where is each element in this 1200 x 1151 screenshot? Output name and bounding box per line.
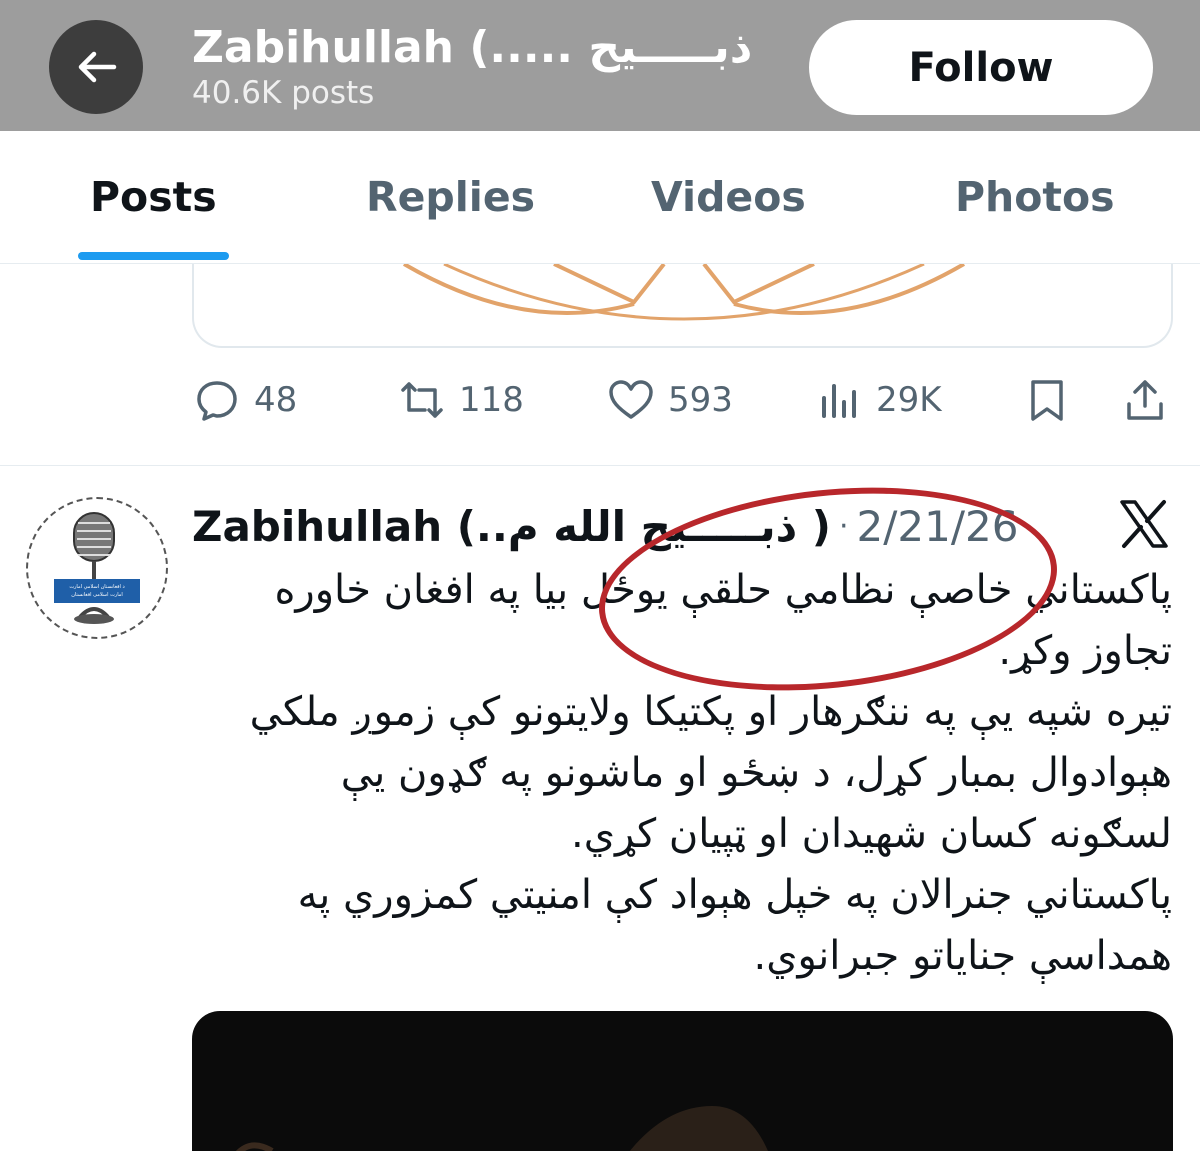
post-date[interactable]: 2/21/26 [857,502,1019,551]
bookmark-button[interactable] [1022,370,1072,430]
post-text-line: پاکستاني جنرالان په خپل هېواد کې امنیتي … [297,872,1172,918]
active-tab-indicator [78,252,229,260]
emblem-graphic [402,264,966,321]
previous-post-media[interactable] [192,264,1173,348]
post-text-line: پاکستاني خاصې نظامي حلقې یوځل بیا په افغ… [274,567,1172,613]
back-arrow-icon [78,51,117,83]
tab-videos[interactable]: Videos [651,173,806,221]
post-divider [0,465,1200,466]
bookmark-icon [1022,375,1072,425]
reply-icon [192,375,242,425]
post-text: پاکستاني خاصې نظامي حلقې یوځل بیا په افغ… [192,560,1172,987]
back-button[interactable] [49,20,143,114]
avatar-caption-line-1: د افغانستان اسلامي امارت [69,584,125,590]
post-count: 40.6K posts [192,75,375,111]
post-text-line: هېوادوال بمبار کړل، د ښځو او ماشونو په ګ… [340,750,1172,796]
video-frame [235,1106,768,1151]
like-button[interactable]: 593 [606,370,733,430]
share-button[interactable] [1120,370,1170,430]
profile-name: Zabihullah (..... ذبـــــیح [192,22,753,73]
avatar-caption-line-2: امارت اسلامی افغانستان [71,592,123,598]
views-button[interactable]: 29K [814,370,942,430]
repost-icon [397,375,447,425]
share-icon [1120,375,1170,425]
post-text-line: تجاوز وکړ. [998,628,1172,674]
tab-photos[interactable]: Photos [955,173,1115,221]
tab-posts[interactable]: Posts [90,173,217,221]
profile-tabs: Posts Replies Videos Photos [0,131,1200,264]
views-icon [814,375,864,425]
avatar[interactable]: د افغانستان اسلامي امارت امارت اسلامی اف… [26,497,168,639]
previous-post-actions: 48 118 593 29K [0,370,1200,430]
avatar-caption: د افغانستان اسلامي امارت امارت اسلامی اف… [54,579,140,603]
heart-icon [606,375,656,425]
follow-button[interactable]: Follow [809,20,1153,115]
like-count: 593 [668,380,733,420]
post-text-line: تیره شپه یې په ننګرهار او پکتیکا ولایتون… [249,689,1172,735]
post-text-line: همداسې جنایاتو جبرانوي. [753,933,1172,979]
x-logo-icon [1120,500,1168,548]
post-header: Zabihullah (..ذبـــــیح الله م ) · 2/21/… [192,496,1018,556]
repost-button[interactable]: 118 [397,370,524,430]
profile-header: Zabihullah (..... ذبـــــیح 40.6K posts … [0,0,1200,131]
reply-button[interactable]: 48 [192,370,297,430]
header-separator: · [838,508,849,544]
tab-replies[interactable]: Replies [366,173,535,221]
post-media-video[interactable] [192,1011,1173,1151]
view-count: 29K [876,380,942,420]
microphone-logo-icon [54,512,140,624]
reply-count: 48 [254,380,298,420]
repost-count: 118 [459,380,524,420]
post-author[interactable]: Zabihullah (..ذبـــــیح الله م ) [192,502,831,551]
post-text-line: لسګونه کسان شهیدان او ټپیان کړي. [571,811,1172,857]
